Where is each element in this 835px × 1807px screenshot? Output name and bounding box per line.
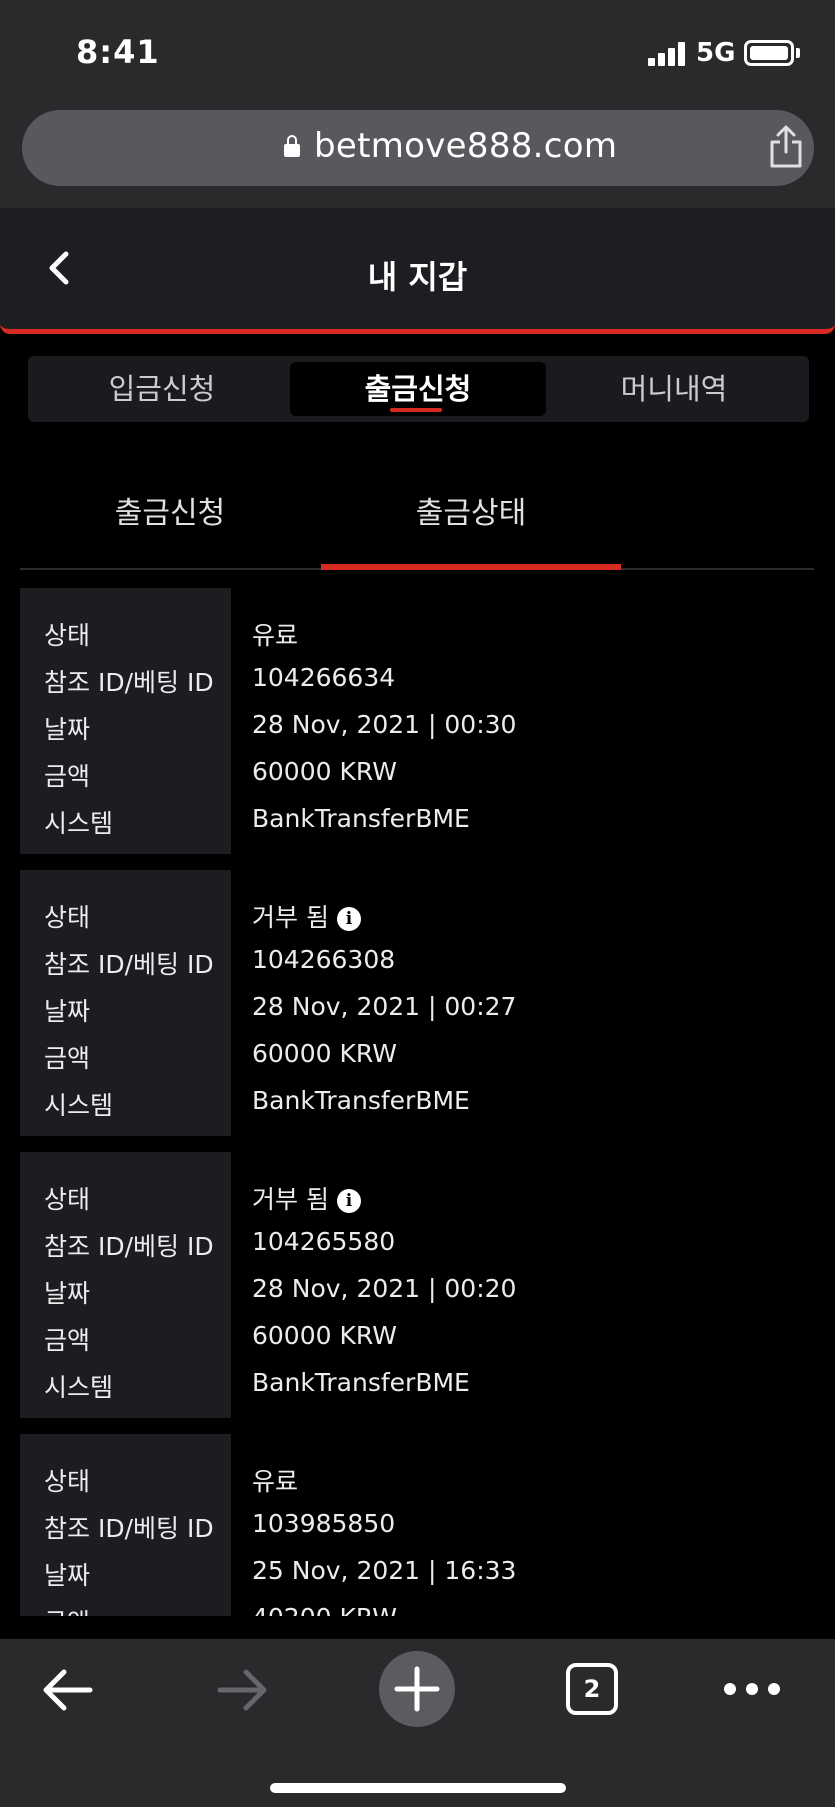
field-value-system: BankTransferBME <box>252 804 470 833</box>
value-text: 28 Nov, 2021 | 00:27 <box>252 992 517 1021</box>
field-label-status: 상태 <box>44 1185 91 1214</box>
field-value-ref-id: 104266634 <box>252 663 395 692</box>
tab-label: 출금신청 <box>364 372 472 406</box>
field-label-ref-id: 참조 ID/베팅 ID <box>44 668 214 697</box>
status-time: 8:41 <box>76 33 160 71</box>
more-options-icon[interactable] <box>722 1677 782 1701</box>
field-label-ref-id: 참조 ID/베팅 ID <box>44 950 214 979</box>
active-tab-indicator <box>390 408 442 412</box>
field-value-date: 28 Nov, 2021 | 00:30 <box>252 710 516 739</box>
page-title: 내 지갑 <box>367 258 468 296</box>
value-text: 40200 KRW <box>252 1603 397 1616</box>
signal-strength-icon <box>648 42 686 66</box>
tab-withdraw-request[interactable]: 출금신청 <box>290 362 546 416</box>
field-label-system: 시스템 <box>44 1091 114 1120</box>
field-label-status: 상태 <box>44 621 91 650</box>
value-text: 거부 됨 <box>252 1185 329 1214</box>
value-text: 유료 <box>252 621 299 650</box>
tabs-count-button[interactable]: 2 <box>566 1663 618 1715</box>
network-type: 5G <box>696 38 736 68</box>
value-text: 104265580 <box>252 1227 396 1256</box>
field-label-date: 날짜 <box>44 1561 91 1590</box>
field-value-date: 25 Nov, 2021 | 16:33 <box>252 1556 516 1585</box>
info-icon[interactable]: i <box>336 1189 361 1213</box>
tab-label: 머니내역 <box>620 372 728 406</box>
main-tabs: 입금신청 출금신청 머니내역 <box>28 356 809 422</box>
status-bar: 8:41 5G <box>0 0 835 100</box>
battery-icon <box>744 40 794 66</box>
field-value-amount: 60000 KRW <box>252 757 397 786</box>
value-text: 104266634 <box>252 663 396 692</box>
value-text: 유료 <box>252 1467 299 1496</box>
withdrawal-record: 상태 거부 됨 i 참조 ID/베팅 ID 104265580 날짜 28 Nov, 202… <box>20 1152 814 1418</box>
subtab-label: 출금상태 <box>415 496 527 531</box>
value-text: 28 Nov, 2021 | 00:30 <box>252 710 517 739</box>
sub-tabs: 출금신청 출금상태 <box>20 470 814 570</box>
value-text: BankTransferBME <box>252 804 470 833</box>
value-text: 28 Nov, 2021 | 00:20 <box>252 1274 517 1303</box>
field-value-ref-id: 104265580 <box>252 1227 395 1256</box>
tab-money-history[interactable]: 머니내역 <box>546 362 802 416</box>
subtab-label: 출금신청 <box>114 496 226 531</box>
app-header: 내 지갑 <box>0 208 835 334</box>
home-indicator <box>270 1783 566 1793</box>
value-text: 104266308 <box>252 945 396 974</box>
field-label-system: 시스템 <box>44 1373 114 1402</box>
field-label-date: 날짜 <box>44 1279 91 1308</box>
withdrawal-record: 상태 유료참조 ID/베팅 ID 104266634 날짜 28 Nov, 2021 |… <box>20 588 814 854</box>
field-label-date: 날짜 <box>44 997 91 1026</box>
field-value-amount: 40200 KRW <box>252 1603 397 1616</box>
field-label-system: 시스템 <box>44 809 114 838</box>
field-value-ref-id: 104266308 <box>252 945 395 974</box>
page: 8:41 5G betmove888.com 내 지갑 입금신청 출금신청 머니… <box>0 0 835 1807</box>
browser-bottom-toolbar: 2 <box>0 1639 835 1807</box>
field-value-date: 28 Nov, 2021 | 00:20 <box>252 1274 516 1303</box>
field-value-system: BankTransferBME <box>252 1086 470 1115</box>
field-value-amount: 60000 KRW <box>252 1039 397 1068</box>
browser-top-bar: betmove888.com <box>0 100 835 208</box>
field-label-amount: 금액 <box>44 1044 91 1073</box>
tab-label: 입금신청 <box>108 372 216 406</box>
subtab-withdraw-status[interactable]: 출금상태 <box>321 488 621 570</box>
tab-deposit-request[interactable]: 입금신청 <box>34 362 290 416</box>
field-label-ref-id: 참조 ID/베팅 ID <box>44 1514 214 1543</box>
field-value-date: 28 Nov, 2021 | 00:27 <box>252 992 516 1021</box>
field-value-amount: 60000 KRW <box>252 1321 397 1350</box>
withdrawal-record: 상태 유료참조 ID/베팅 ID 103985850 날짜 25 Nov, 2021 |… <box>20 1434 814 1616</box>
value-text: 거부 됨 <box>252 903 329 932</box>
value-text: 25 Nov, 2021 | 16:33 <box>252 1556 517 1585</box>
address-bar[interactable]: betmove888.com <box>22 110 814 186</box>
battery-cap <box>796 48 800 58</box>
field-value-status: 거부 됨 i <box>252 898 361 934</box>
value-text: BankTransferBME <box>252 1086 470 1115</box>
share-icon[interactable] <box>766 124 806 170</box>
field-value-system: BankTransferBME <box>252 1368 470 1397</box>
value-text: 60000 KRW <box>252 1321 397 1350</box>
value-text: 103985850 <box>252 1509 396 1538</box>
url-text[interactable]: betmove888.com <box>314 126 617 166</box>
lock-icon <box>284 135 300 157</box>
field-value-status: 유료 <box>252 616 298 652</box>
new-tab-button[interactable] <box>379 1651 455 1727</box>
value-text: 60000 KRW <box>252 757 397 786</box>
field-label-amount: 금액 <box>44 1603 90 1616</box>
back-arrow-icon[interactable] <box>40 1665 96 1715</box>
forward-arrow-icon[interactable] <box>214 1665 270 1715</box>
plus-icon <box>394 1666 440 1712</box>
value-text: 60000 KRW <box>252 1039 397 1068</box>
field-value-ref-id: 103985850 <box>252 1509 395 1538</box>
field-value-status: 유료 <box>252 1462 298 1498</box>
field-label-ref-id: 참조 ID/베팅 ID <box>44 1232 214 1261</box>
field-label-amount: 금액 <box>44 762 91 791</box>
subtab-withdraw-request[interactable]: 출금신청 <box>20 488 320 568</box>
value-text: BankTransferBME <box>252 1368 470 1397</box>
field-label-status: 상태 <box>44 1467 91 1496</box>
withdrawal-records-list[interactable]: 상태 유료 참조 ID/베팅 ID 104266634 날짜 28 Nov, 2021 |… <box>20 588 814 1616</box>
field-label-amount: 금액 <box>44 1326 91 1355</box>
withdrawal-record: 상태 거부 됨 i 참조 ID/베팅 ID 104266308 날짜 28 Nov, 202… <box>20 870 814 1136</box>
field-label-date: 날짜 <box>44 715 91 744</box>
field-value-status: 거부 됨 i <box>252 1180 361 1216</box>
info-icon[interactable]: i <box>336 907 361 931</box>
field-label-status: 상태 <box>44 903 91 932</box>
